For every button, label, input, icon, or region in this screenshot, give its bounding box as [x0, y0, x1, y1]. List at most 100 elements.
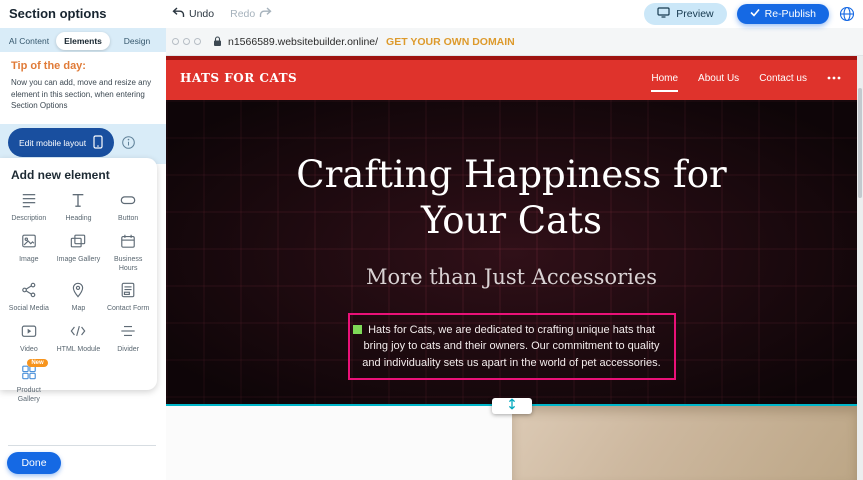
scrollbar-thumb[interactable]: [858, 88, 862, 198]
scrollbar[interactable]: [857, 56, 863, 480]
image-icon: [19, 233, 39, 254]
add-element-item-contact-form[interactable]: Contact Form: [103, 278, 153, 317]
check-icon: [750, 8, 760, 20]
add-element-item-social-media[interactable]: Social Media: [4, 278, 54, 317]
republish-label: Re-Publish: [765, 8, 816, 20]
topbar: Section options Undo Redo Preview Re-Pub…: [0, 0, 863, 28]
window-dot-icon: [172, 38, 179, 45]
nav-more-icon[interactable]: [827, 76, 841, 80]
hero-section[interactable]: Crafting Happiness for Your Cats More th…: [166, 100, 857, 406]
add-element-item-html-module[interactable]: HTML Module: [54, 319, 104, 358]
business-hours-icon: [118, 233, 138, 254]
product-gallery-icon: [19, 364, 39, 385]
add-element-item-label: Image Gallery: [55, 256, 101, 265]
add-element-item-image[interactable]: Image: [4, 229, 54, 277]
add-element-item-label: Product Gallery: [6, 387, 52, 405]
add-element-item-label: Image: [6, 256, 52, 265]
add-element-item-button[interactable]: Button: [103, 188, 153, 227]
window-dot-icon: [194, 38, 201, 45]
redo-button[interactable]: Redo: [230, 7, 272, 21]
phone-icon: [93, 135, 103, 151]
tip-title: Tip of the day:: [11, 60, 155, 72]
site-logo[interactable]: Hats for Cats: [180, 71, 297, 85]
browser-chrome: n1566589.websitebuilder.online/ GET YOUR…: [166, 28, 863, 56]
undo-label: Undo: [189, 8, 214, 20]
add-element-item-label: Description: [6, 215, 52, 224]
add-element-item-label: Social Media: [6, 305, 52, 314]
republish-button[interactable]: Re-Publish: [737, 4, 829, 24]
url-text: n1566589.websitebuilder.online/: [228, 36, 378, 48]
hero-description-box[interactable]: Hats for Cats, we are dedicated to craft…: [348, 313, 676, 381]
top-actions: Preview Re-Publish: [644, 0, 855, 28]
text-lines-icon: [19, 192, 39, 213]
add-element-panel: Add new element Description Heading Butt…: [0, 158, 157, 390]
nav-about-us[interactable]: About Us: [698, 73, 739, 84]
add-element-item-label: Heading: [55, 215, 101, 224]
info-icon[interactable]: [122, 136, 135, 149]
map-pin-icon: [68, 282, 88, 303]
resize-arrows-icon: [506, 397, 518, 415]
add-element-grid: Description Heading Button Image Image G…: [0, 186, 157, 409]
hero-description-text: Hats for Cats, we are dedicated to craft…: [360, 322, 664, 372]
tab-design[interactable]: Design: [110, 32, 164, 50]
monitor-icon: [657, 7, 670, 21]
edit-mobile-label: Edit mobile layout: [19, 138, 86, 148]
element-resize-handle[interactable]: [353, 325, 362, 334]
sidebar: AI Content Elements Design Tip of the da…: [0, 28, 166, 480]
editor-canvas: n1566589.websitebuilder.online/ GET YOUR…: [166, 28, 863, 480]
add-element-item-description[interactable]: Description: [4, 188, 54, 227]
add-element-item-business-hours[interactable]: Business Hours: [103, 229, 153, 277]
tip-card: Tip of the day: Now you can add, move an…: [0, 52, 166, 124]
hero-heading[interactable]: Crafting Happiness for Your Cats: [272, 152, 752, 245]
divider-icon: [118, 323, 138, 344]
sidebar-tabs: AI Content Elements Design: [2, 32, 164, 50]
undo-button[interactable]: Undo: [172, 7, 214, 21]
redo-icon: [259, 7, 272, 21]
add-element-item-label: Business Hours: [105, 256, 151, 274]
tab-elements[interactable]: Elements: [56, 32, 110, 50]
mobile-layout-row: Edit mobile layout: [8, 128, 135, 157]
new-badge: New: [27, 359, 47, 367]
add-element-title: Add new element: [0, 158, 157, 186]
heading-icon: [68, 192, 88, 213]
globe-icon[interactable]: [839, 6, 855, 22]
next-section: [166, 406, 857, 480]
site-nav: Home About Us Contact us: [651, 73, 841, 84]
nav-home[interactable]: Home: [651, 73, 678, 92]
lock-icon: [213, 36, 222, 47]
done-button[interactable]: Done: [7, 452, 61, 474]
history-controls: Undo Redo: [172, 0, 272, 28]
preview-label: Preview: [676, 8, 713, 20]
app: Section options Undo Redo Preview Re-Pub…: [0, 0, 863, 480]
page-title: Section options: [9, 6, 107, 21]
video-icon: [19, 323, 39, 344]
image-gallery-icon: [68, 233, 88, 254]
tab-ai-content[interactable]: AI Content: [2, 32, 56, 50]
section-resize-handle[interactable]: [492, 398, 532, 414]
edit-mobile-layout-button[interactable]: Edit mobile layout: [8, 128, 114, 157]
social-media-icon: [19, 282, 39, 303]
site-header: Hats for Cats Home About Us Contact us: [166, 56, 857, 100]
tip-body: Now you can add, move and resize any ele…: [11, 77, 155, 112]
add-element-item-label: Divider: [105, 346, 151, 355]
add-element-item-product-gallery[interactable]: New Product Gallery: [4, 360, 54, 408]
next-section-image[interactable]: [512, 406, 857, 480]
add-element-item-divider[interactable]: Divider: [103, 319, 153, 358]
add-element-item-heading[interactable]: Heading: [54, 188, 104, 227]
preview-button[interactable]: Preview: [644, 3, 726, 25]
add-element-item-label: Video: [6, 346, 52, 355]
contact-form-icon: [118, 282, 138, 303]
nav-contact-us[interactable]: Contact us: [759, 73, 807, 84]
add-element-item-label: HTML Module: [55, 346, 101, 355]
hero-subheading[interactable]: More than Just Accessories: [366, 265, 657, 289]
add-element-item-video[interactable]: Video: [4, 319, 54, 358]
get-domain-link[interactable]: GET YOUR OWN DOMAIN: [386, 36, 515, 48]
redo-label: Redo: [230, 8, 255, 20]
window-dot-icon: [183, 38, 190, 45]
html-code-icon: [68, 323, 88, 344]
button-icon: [118, 192, 138, 213]
sidebar-divider: [8, 445, 156, 446]
add-element-item-map[interactable]: Map: [54, 278, 104, 317]
add-element-item-image-gallery[interactable]: Image Gallery: [54, 229, 104, 277]
add-element-item-label: Button: [105, 215, 151, 224]
